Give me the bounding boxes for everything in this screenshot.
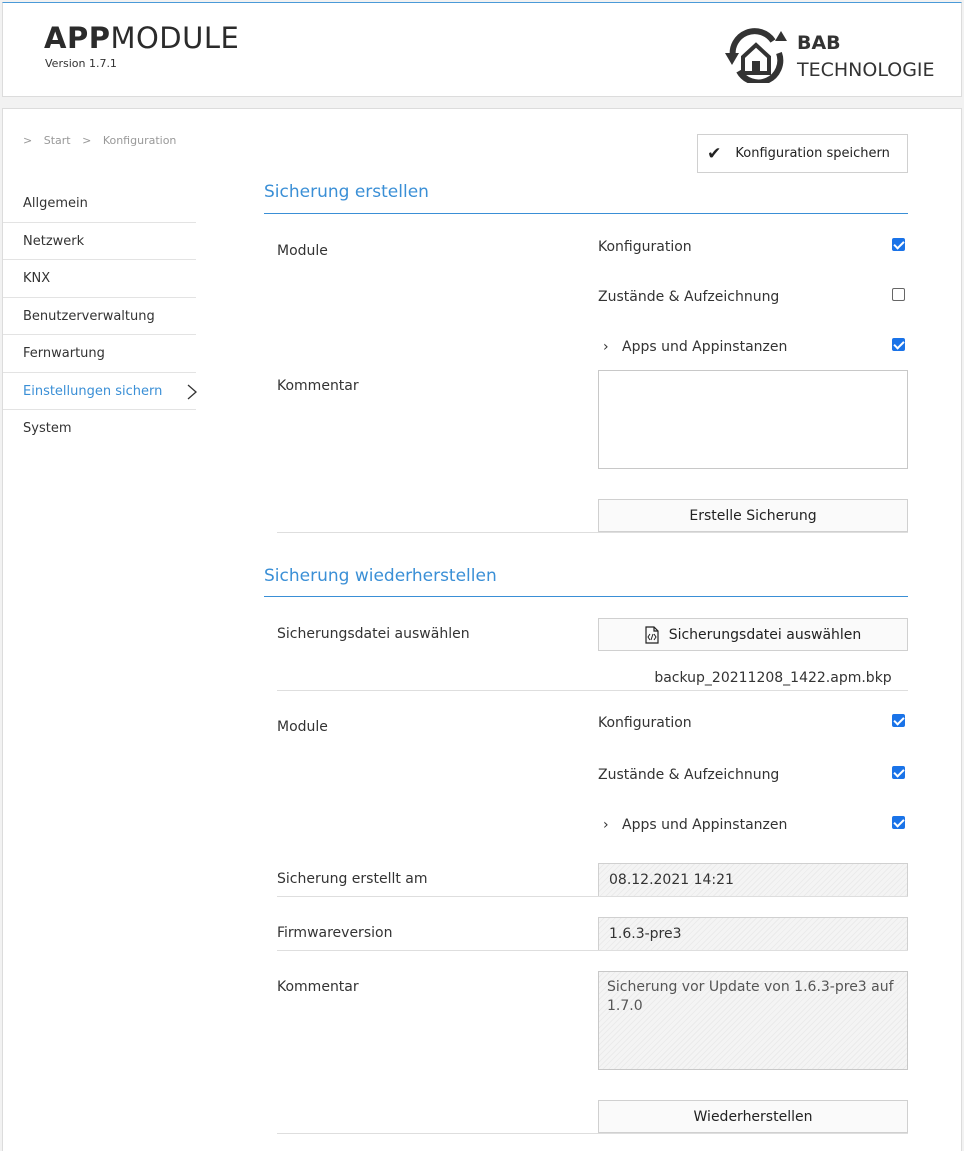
restore-option-konfiguration-label: Konfiguration — [598, 715, 692, 731]
row-divider — [277, 896, 908, 897]
checkmark-icon: ✔ — [707, 143, 722, 164]
restore-file-label: Sicherungsdatei auswählen — [277, 626, 470, 642]
restore-option-apps-label: Apps und Appinstanzen — [622, 817, 788, 833]
section-divider — [264, 596, 908, 597]
expand-chevron-icon[interactable]: › — [603, 817, 609, 833]
code-file-icon — [645, 625, 659, 644]
logo-text-technologie: TECHNOLOGIE — [797, 59, 935, 81]
backup-option-apps-checkbox[interactable] — [892, 338, 905, 351]
house-refresh-icon — [725, 28, 787, 83]
select-backup-file-button[interactable]: Sicherungsdatei auswählen — [598, 618, 908, 651]
restore-comment-textarea: Sicherung vor Update von 1.6.3-pre3 auf … — [598, 971, 908, 1070]
sidebar-item-system[interactable]: System — [3, 410, 196, 448]
company-logo: BAB TECHNOLOGIE — [725, 25, 955, 85]
backup-option-zustaende-checkbox[interactable] — [892, 288, 905, 301]
breadcrumb-separator: > — [23, 134, 33, 147]
section-title-restore-backup: Sicherung wiederherstellen — [264, 566, 497, 586]
row-divider — [277, 690, 908, 691]
backup-modules-label: Module — [277, 243, 328, 259]
selected-file-name: backup_20211208_1422.apm.bkp — [654, 670, 892, 686]
backup-option-apps-label: Apps und Appinstanzen — [622, 339, 788, 355]
chevron-right-icon — [187, 384, 197, 399]
app-title: APPMODULE — [44, 21, 240, 55]
sidebar-item-netzwerk[interactable]: Netzwerk — [3, 223, 196, 260]
sidebar-nav: Allgemein Netzwerk KNX Benutzerverwaltun… — [3, 185, 197, 448]
sidebar-item-allgemein[interactable]: Allgemein — [3, 185, 196, 223]
breadcrumb-konfiguration[interactable]: Konfiguration — [103, 134, 177, 147]
save-button-label: Konfiguration speichern — [735, 146, 890, 161]
expand-chevron-icon[interactable]: › — [603, 339, 609, 355]
sidebar-item-fernwartung[interactable]: Fernwartung — [3, 335, 196, 373]
firmware-version-label: Firmwareversion — [277, 925, 393, 941]
restore-option-zustaende-checkbox[interactable] — [892, 766, 905, 779]
breadcrumb-start[interactable]: Start — [44, 134, 71, 147]
restore-modules-label: Module — [277, 719, 328, 735]
app-version: Version 1.7.1 — [45, 57, 117, 70]
restore-option-apps-checkbox[interactable] — [892, 816, 905, 829]
breadcrumb-separator: > — [82, 134, 92, 147]
restore-option-zustaende-label: Zustände & Aufzeichnung — [598, 767, 780, 783]
section-divider — [264, 213, 908, 214]
firmware-version-value: 1.6.3-pre3 — [598, 917, 908, 951]
restore-comment-label: Kommentar — [277, 979, 359, 995]
main-panel: > Start > Konfiguration Allgemein Netzwe… — [2, 108, 962, 1151]
sidebar-item-knx[interactable]: KNX — [3, 260, 196, 298]
section-title-create-backup: Sicherung erstellen — [264, 182, 429, 202]
sidebar-item-label: Einstellungen sichern — [23, 383, 163, 399]
create-backup-button[interactable]: Erstelle Sicherung — [598, 499, 908, 532]
backup-created-value: 08.12.2021 14:21 — [598, 863, 908, 897]
backup-comment-textarea[interactable] — [598, 370, 908, 469]
sidebar-item-benutzerverwaltung[interactable]: Benutzerverwaltung — [3, 298, 196, 335]
backup-created-label: Sicherung erstellt am — [277, 871, 428, 887]
restore-option-konfiguration-checkbox[interactable] — [892, 714, 905, 727]
app-header: APPMODULE Version 1.7.1 BAB TECHNOLOGIE — [2, 2, 962, 97]
row-divider — [277, 532, 908, 533]
row-divider — [277, 1133, 908, 1134]
backup-option-konfiguration-label: Konfiguration — [598, 239, 692, 255]
sidebar-item-einstellungen-sichern[interactable]: Einstellungen sichern — [3, 373, 197, 410]
save-configuration-button[interactable]: ✔ Konfiguration speichern — [697, 134, 908, 173]
row-divider — [277, 950, 908, 951]
backup-option-konfiguration-checkbox[interactable] — [892, 238, 905, 251]
restore-button[interactable]: Wiederherstellen — [598, 1100, 908, 1133]
breadcrumb: > Start > Konfiguration — [23, 134, 184, 147]
select-file-button-label: Sicherungsdatei auswählen — [668, 626, 862, 643]
backup-comment-label: Kommentar — [277, 378, 359, 394]
logo-text-bab: BAB — [797, 32, 841, 54]
backup-option-zustaende-label: Zustände & Aufzeichnung — [598, 289, 780, 305]
